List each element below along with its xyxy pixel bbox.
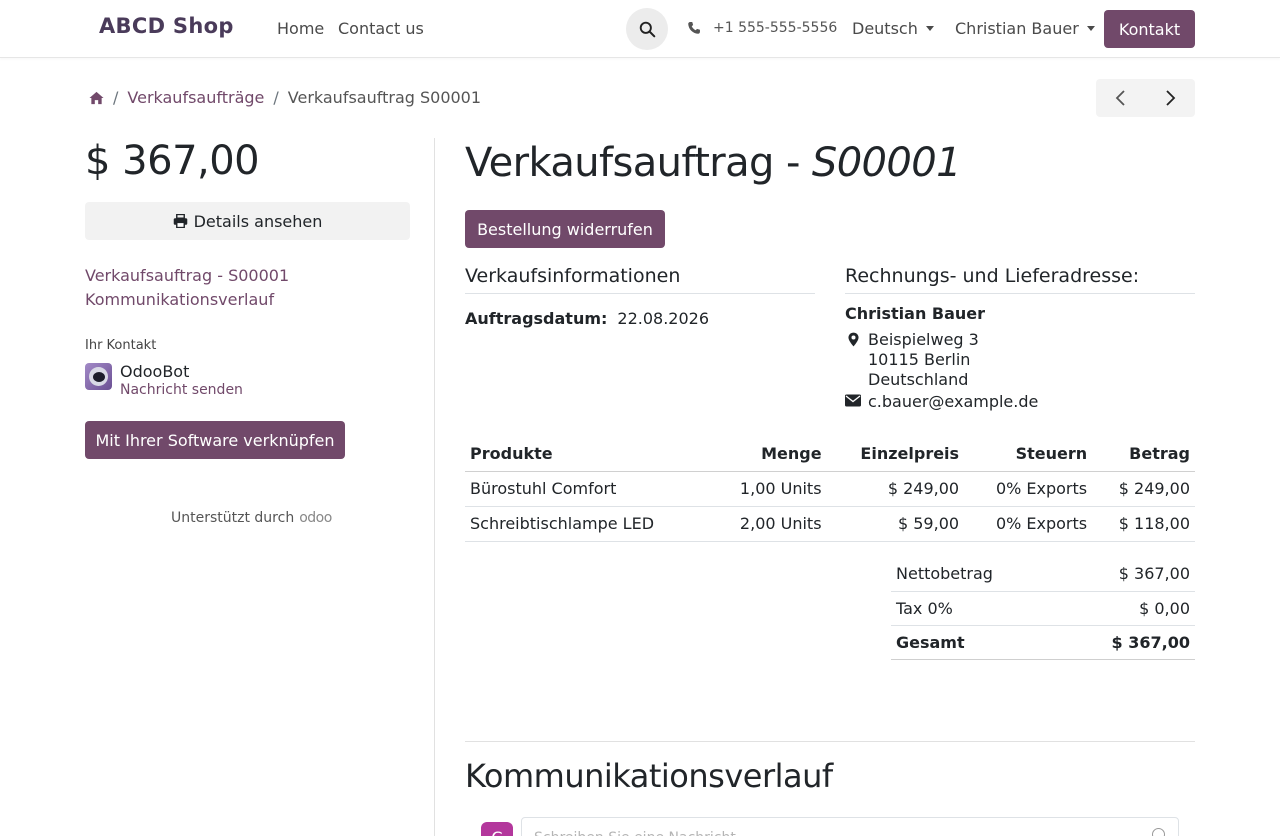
record-pager [1096,79,1195,117]
details-button-label: Details ansehen [193,211,323,231]
breadcrumb-current: Verkaufsauftrag S00001 [287,88,482,107]
send-message-link[interactable]: Nachricht senden [120,382,243,398]
cell-quantity: 1,00 Units [710,471,827,507]
kontakt-button[interactable]: Kontakt [1104,10,1195,48]
vertical-divider [434,138,435,836]
tax-row: Tax 0% $ 0,00 [891,591,1195,626]
language-dropdown[interactable]: Deutsch [852,19,934,38]
column-header-product: Produkte [465,437,711,472]
language-label: Deutsch [852,19,918,38]
powered-by: Unterstützt durch odoo [171,510,332,526]
chevron-right-icon [1166,90,1176,106]
horizontal-divider [465,741,1195,742]
order-lines-table: Produkte Menge Einzelpreis Steuern Betra… [465,437,1195,542]
cell-amount: $ 118,00 [1092,506,1195,542]
breadcrumb-orders[interactable]: Verkaufsaufträge [127,88,264,107]
tax-value: $ 0,00 [1057,591,1195,626]
cell-product: Schreibtischlampe LED [465,506,711,542]
cell-taxes: 0% Exports [964,471,1093,507]
cell-unit-price: $ 59,00 [826,506,965,542]
powered-by-label: Unterstützt durch [171,510,295,526]
column-header-taxes: Steuern [964,437,1093,472]
column-header-quantity: Menge [710,437,827,472]
home-icon[interactable] [89,91,104,105]
user-dropdown[interactable]: Christian Bauer [955,19,1095,38]
order-date-label: Auftragsdatum: [465,309,608,328]
sidebar-link-chatter[interactable]: Kommunikationsverlauf [85,290,274,309]
page-title: Verkaufsauftrag - S00001 [465,140,962,186]
tax-label: Tax 0% [891,591,1058,626]
order-date: Auftragsdatum: 22.08.2026 [465,309,709,328]
breadcrumb-separator: / [113,88,119,107]
phone-icon [688,22,700,34]
address-city: 10115 Berlin [868,350,971,369]
bot-icon [89,367,108,386]
avatar [85,363,112,390]
address-street: Beispielweg 3 [868,330,979,349]
chevron-down-icon [925,26,934,31]
address-email[interactable]: c.bauer@example.de [868,392,1038,412]
cell-quantity: 2,00 Units [710,506,827,542]
details-button[interactable]: Details ansehen [85,202,410,240]
subtotal-label: Nettobetrag [891,557,1058,592]
contact-name: OdooBot [120,362,190,381]
message-input[interactable]: Schreiben Sie eine Nachricht... [521,817,1179,836]
search-button[interactable] [626,8,668,50]
page-title-ref: S00001 [811,140,962,186]
contact-label: Ihr Kontakt [85,338,157,353]
cell-product: Bürostuhl Comfort [465,471,711,507]
total-row: Gesamt $ 367,00 [891,625,1195,660]
envelope-icon [845,394,861,407]
total-value: $ 367,00 [1057,625,1195,660]
address-block: Beispielweg 3 10115 Berlin Deutschland c… [845,330,1038,412]
brand-logo[interactable]: ABCD Shop [99,14,234,38]
print-icon [173,214,187,228]
cell-unit-price: $ 249,00 [826,471,965,507]
cell-amount: $ 249,00 [1092,471,1195,507]
column-header-amount: Betrag [1092,437,1195,472]
phone-number: +1 555-555-5556 [713,20,838,36]
chevron-down-icon [1086,26,1095,31]
address-heading: Rechnungs- und Lieferadresse: [845,265,1195,294]
next-button[interactable] [1146,79,1196,117]
nav-link-contact[interactable]: Contact us [338,19,424,38]
order-date-value: 22.08.2026 [617,309,710,328]
cancel-order-button[interactable]: Bestellung widerrufen [465,210,665,248]
avatar: C [481,822,513,836]
totals-table: Nettobetrag $ 367,00 Tax 0% $ 0,00 Gesam… [891,557,1195,660]
chevron-left-icon [1115,90,1125,106]
cell-taxes: 0% Exports [964,506,1093,542]
total-label: Gesamt [891,625,1058,660]
subtotal-row: Nettobetrag $ 367,00 [891,557,1195,592]
column-header-unit-price: Einzelpreis [826,437,965,472]
sales-info-heading: Verkaufsinformationen [465,265,815,294]
map-marker-icon [847,332,859,347]
navbar: ABCD Shop Home Contact us +1 555-555-555… [0,0,1280,58]
address-country: Deutschland [868,370,969,389]
table-header-row: Produkte Menge Einzelpreis Steuern Betra… [465,437,1195,472]
connect-software-button[interactable]: Mit Ihrer Software verknüpfen [85,421,345,459]
sidebar-link-order[interactable]: Verkaufsauftrag - S00001 [85,266,289,285]
address-name: Christian Bauer [845,304,986,323]
odoo-logo[interactable]: odoo [299,510,332,526]
table-row: Bürostuhl Comfort 1,00 Units $ 249,00 0%… [465,471,1195,507]
previous-button[interactable] [1096,79,1146,117]
breadcrumb-separator: / [273,88,279,107]
chatter-heading: Kommunikationsverlauf [465,757,833,795]
breadcrumb: / Verkaufsaufträge / Verkaufsauftrag S00… [89,88,481,107]
search-icon [639,21,655,37]
subtotal-value: $ 367,00 [1057,557,1195,592]
user-name: Christian Bauer [955,19,1079,38]
nav-link-home[interactable]: Home [277,19,324,38]
phone-link[interactable]: +1 555-555-5556 [687,20,837,36]
emoji-icon[interactable] [1152,828,1165,836]
table-row: Schreibtischlampe LED 2,00 Units $ 59,00… [465,506,1195,542]
page-title-prefix: Verkaufsauftrag - [465,140,812,186]
sidebar-amount: $ 367,00 [85,138,260,184]
